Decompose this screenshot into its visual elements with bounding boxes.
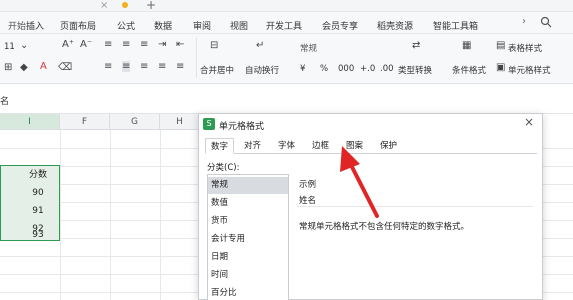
annotation-arrow-icon — [340, 146, 379, 218]
